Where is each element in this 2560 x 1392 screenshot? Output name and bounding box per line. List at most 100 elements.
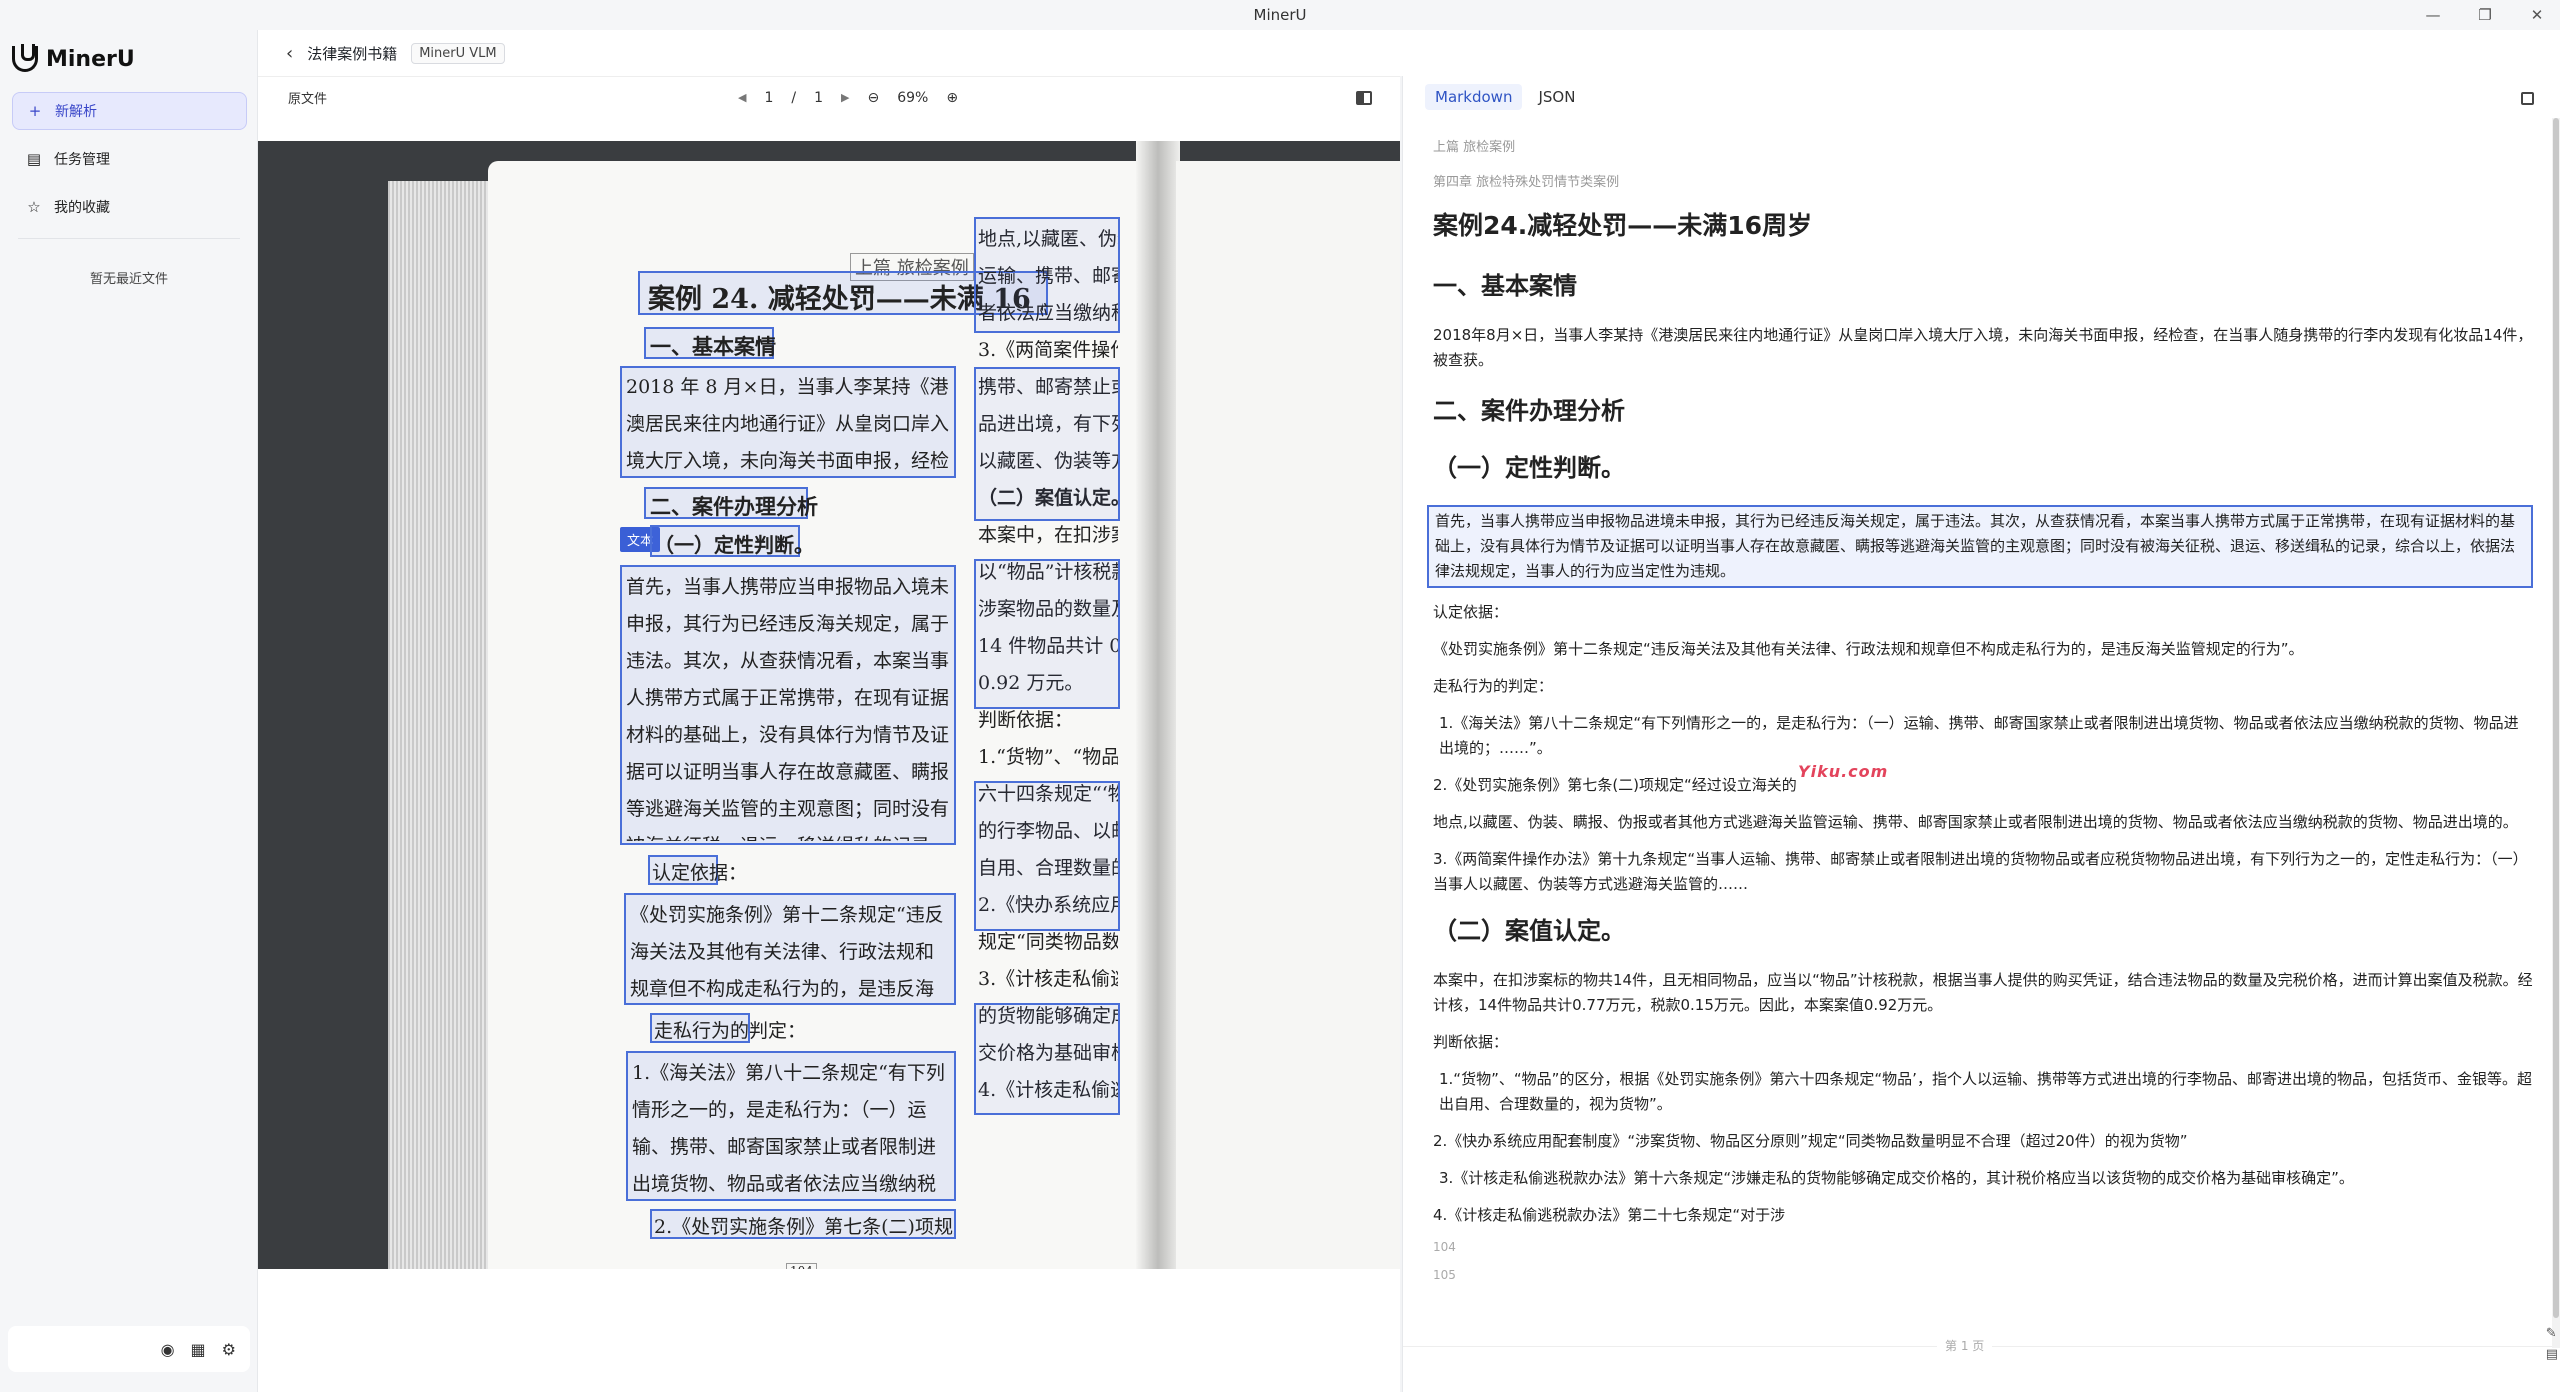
result-pane: Markdown JSON 上篇 旅检案例 第四章 旅检特殊处罚情节类案例 案例…	[1402, 76, 2560, 1392]
close-icon[interactable]: ✕	[2526, 6, 2548, 24]
github-icon[interactable]: ◉	[161, 1340, 175, 1359]
md-heading: （一）定性判断。	[1433, 454, 1625, 482]
zoom-in-icon[interactable]: ⊕	[946, 90, 958, 106]
sidebar-footer: ◉ ▦ ⚙	[8, 1326, 250, 1372]
md-paragraph: 4.《计核走私偷逃税款办法》第二十七条规定“对于涉	[1433, 1206, 1786, 1224]
star-icon: ☆	[27, 198, 41, 216]
md-page-number: 104	[1433, 1240, 1456, 1254]
app-logo[interactable]: MinerU	[12, 44, 135, 72]
text-block[interactable]	[974, 781, 1120, 931]
markdown-content: 上篇 旅检案例 第四章 旅检特殊处罚情节类案例 案例24.减轻处罚——未满16周…	[1427, 136, 2533, 1296]
book-page-edges	[388, 181, 488, 1269]
copy-icon[interactable]	[2521, 92, 2534, 105]
md-paragraph: 2018年8月×日，当事人李某持《港澳居民来往内地通行证》从皇岗口岸入境大厅入境…	[1433, 326, 2533, 369]
text-block[interactable]	[974, 1003, 1120, 1115]
md-paragraph: 走私行为的判定：	[1433, 677, 1554, 695]
window-title-bar: MinerU — ❐ ✕	[0, 0, 2560, 30]
scan-basis-text: 《处罚实施条例》第十二条规定“违反海关法及其他有关法律、行政法规和规章但不构成走…	[630, 904, 944, 1000]
recent-files-empty: 暂无最近文件	[89, 272, 168, 287]
page-total: 1	[814, 89, 824, 106]
scan-smuggle-text: 1.《海关法》第八十二条规定“有下列情形之一的，是走私行为：（一）运输、携带、邮…	[632, 1062, 945, 1195]
sidebar-item-label: 任务管理	[54, 152, 110, 168]
scanned-page-image: 上篇 旅检案例 案例 24. 减轻处罚——未满 16 周岁 一、基本案情 201…	[258, 141, 1400, 1269]
scan-smuggle: 走私行为的判定：	[654, 1020, 807, 1042]
scan-basic-text: 2018 年 8 月×日，当事人李某持《港澳居民来往内地通行证》从皇岗口岸入境大…	[626, 376, 950, 472]
plus-icon: +	[28, 102, 42, 120]
scan-heading-analysis: 二、案件办理分析	[650, 494, 818, 519]
md-list-item: 1.《海关法》第八十二条规定“有下列情形之一的，是走私行为：（一）运输、携带、邮…	[1439, 714, 2519, 757]
edit-icon[interactable]: ✎	[2546, 1326, 2558, 1341]
model-badge: MinerU VLM	[411, 42, 505, 64]
sidebar-item-favorites[interactable]: ☆ 我的收藏	[12, 188, 247, 226]
md-paragraph: 3.《两简案件操作办法》第十九条规定“当事人运输、携带、邮寄禁止或者限制进出境的…	[1433, 850, 2528, 893]
scanned-right-page	[1176, 161, 1400, 1269]
window-controls: — ❐ ✕	[2422, 0, 2548, 30]
mineru-logo-icon	[12, 44, 38, 72]
md-heading: 二、案件办理分析	[1433, 397, 1625, 425]
page-footer: 第 1 页	[1403, 1337, 2560, 1354]
scan-item2: 2.《处罚实施条例》第七条(二)项规定“经过设立海关	[654, 1216, 954, 1238]
window-title: MinerU	[1253, 6, 1307, 24]
watermark: Yiku.com	[1798, 762, 1889, 781]
scan-basis: 认定依据：	[652, 862, 748, 884]
document-icon: ▤	[26, 150, 42, 168]
text-block[interactable]	[974, 367, 1120, 521]
back-chevron-icon[interactable]: ‹	[286, 43, 293, 64]
page-separator: /	[791, 89, 797, 106]
zoom-level: 69%	[897, 89, 929, 106]
original-file-pane: 原文件 ◀ 1 / 1 ▶ ⊖ 69% ⊕ 上篇 旅检案例 案例 24. 减轻处…	[258, 76, 1400, 1392]
scan-right-line: 1.“货物”、“物品”的	[978, 746, 1118, 768]
page-current[interactable]: 1	[764, 90, 773, 106]
prev-page-icon[interactable]: ◀	[738, 91, 746, 104]
md-list-item: 1.“货物”、“物品”的区分，根据《处罚实施条例》第六十四条规定“物品’，指个人…	[1439, 1070, 2532, 1113]
md-heading: （二）案值认定。	[1433, 917, 1625, 945]
md-crumb: 第四章 旅检特殊处罚情节类案例	[1433, 175, 1620, 190]
md-title: 案例24.减轻处罚——未满16周岁	[1433, 211, 1813, 240]
text-block[interactable]	[974, 559, 1120, 709]
divider	[18, 238, 240, 239]
md-page-number: 105	[1433, 1268, 1456, 1282]
md-paragraph: 地点,以藏匿、伪装、瞒报、伪报或者其他方式逃避海关监管运输、携带、邮寄国家禁止或…	[1433, 813, 2518, 831]
side-tools: ✎ ▤	[2546, 1326, 2558, 1362]
md-paragraph: 《处罚实施条例》第十二条规定“违反海关法及其他有关法律、行政法规和规章但不构成走…	[1433, 640, 2304, 658]
document-title: 法律案例书籍	[307, 44, 398, 63]
sidebar-item-label: 我的收藏	[54, 200, 110, 216]
scan-right-line: 3.《两简案件操作办	[978, 339, 1118, 361]
md-crumb: 上篇 旅检案例	[1433, 140, 1516, 155]
md-heading: 一、基本案情	[1433, 272, 1577, 300]
md-list-item: 3.《计核走私偷逃税款办法》第十六条规定“涉嫌走私的货物能够确定成交价格的，其计…	[1439, 1169, 2354, 1187]
tab-markdown[interactable]: Markdown	[1425, 84, 1523, 110]
viewer-toolbar: 原文件 ◀ 1 / 1 ▶ ⊖ 69% ⊕	[258, 76, 1400, 118]
pager: ◀ 1 / 1 ▶ ⊖ 69% ⊕	[738, 90, 958, 106]
sidebar-item-new-parse[interactable]: + 新解析	[12, 92, 247, 130]
document-header: ‹ 法律案例书籍 MinerU VLM	[258, 30, 2560, 76]
result-tabs: Markdown JSON	[1425, 84, 1585, 110]
scan-heading-basic: 一、基本案情	[650, 334, 776, 359]
tab-json[interactable]: JSON	[1528, 84, 1585, 110]
zoom-out-icon[interactable]: ⊖	[868, 90, 880, 106]
sidebar-item-task-management[interactable]: ▤ 任务管理	[12, 140, 247, 178]
scan-heading-qualitative: （一）定性判断。	[654, 533, 814, 557]
layout-icon[interactable]: ▤	[2546, 1347, 2558, 1362]
minimize-icon[interactable]: —	[2422, 6, 2444, 24]
pane-title: 原文件	[288, 92, 328, 107]
layout-toggle-icon[interactable]	[1356, 90, 1372, 105]
sidebar-item-label: 新解析	[55, 104, 97, 120]
grid-icon[interactable]: ▦	[191, 1340, 206, 1359]
next-page-icon[interactable]: ▶	[841, 91, 849, 104]
text-block[interactable]	[974, 217, 1120, 333]
scan-page-number: 104	[786, 1263, 817, 1269]
md-paragraph: 判断依据：	[1433, 1033, 1509, 1051]
book-gutter	[1136, 141, 1180, 1269]
sidebar-nav: + 新解析 ▤ 任务管理 ☆ 我的收藏	[12, 92, 247, 236]
scan-qualitative-text: 首先，当事人携带应当申报物品入境未申报，其行为已经违反海关规定，属于违法。其次，…	[626, 576, 950, 841]
md-paragraph: 本案中，在扣涉案标的物共14件，且无相同物品，应当以“物品”计核税款，根据当事人…	[1433, 971, 2533, 1014]
gear-icon[interactable]: ⚙	[222, 1340, 236, 1359]
maximize-icon[interactable]: ❐	[2474, 6, 2496, 24]
md-paragraph-selected[interactable]: 首先，当事人携带应当申报物品进境未申报，其行为已经违反海关规定，属于违法。其次，…	[1427, 505, 2533, 588]
md-paragraph: 2.《快办系统应用配套制度》“涉案货物、物品区分原则”规定“同类物品数量明显不合…	[1433, 1132, 2188, 1150]
scan-right-line: 本案中，在扣涉案标	[978, 524, 1118, 546]
scrollbar[interactable]	[2552, 118, 2560, 1348]
scan-right-line: 3.《计核走私偷逃税款	[978, 968, 1118, 990]
sidebar: MinerU + 新解析 ▤ 任务管理 ☆ 我的收藏 暂无最近文件 ◉ ▦ ⚙	[0, 30, 258, 1392]
